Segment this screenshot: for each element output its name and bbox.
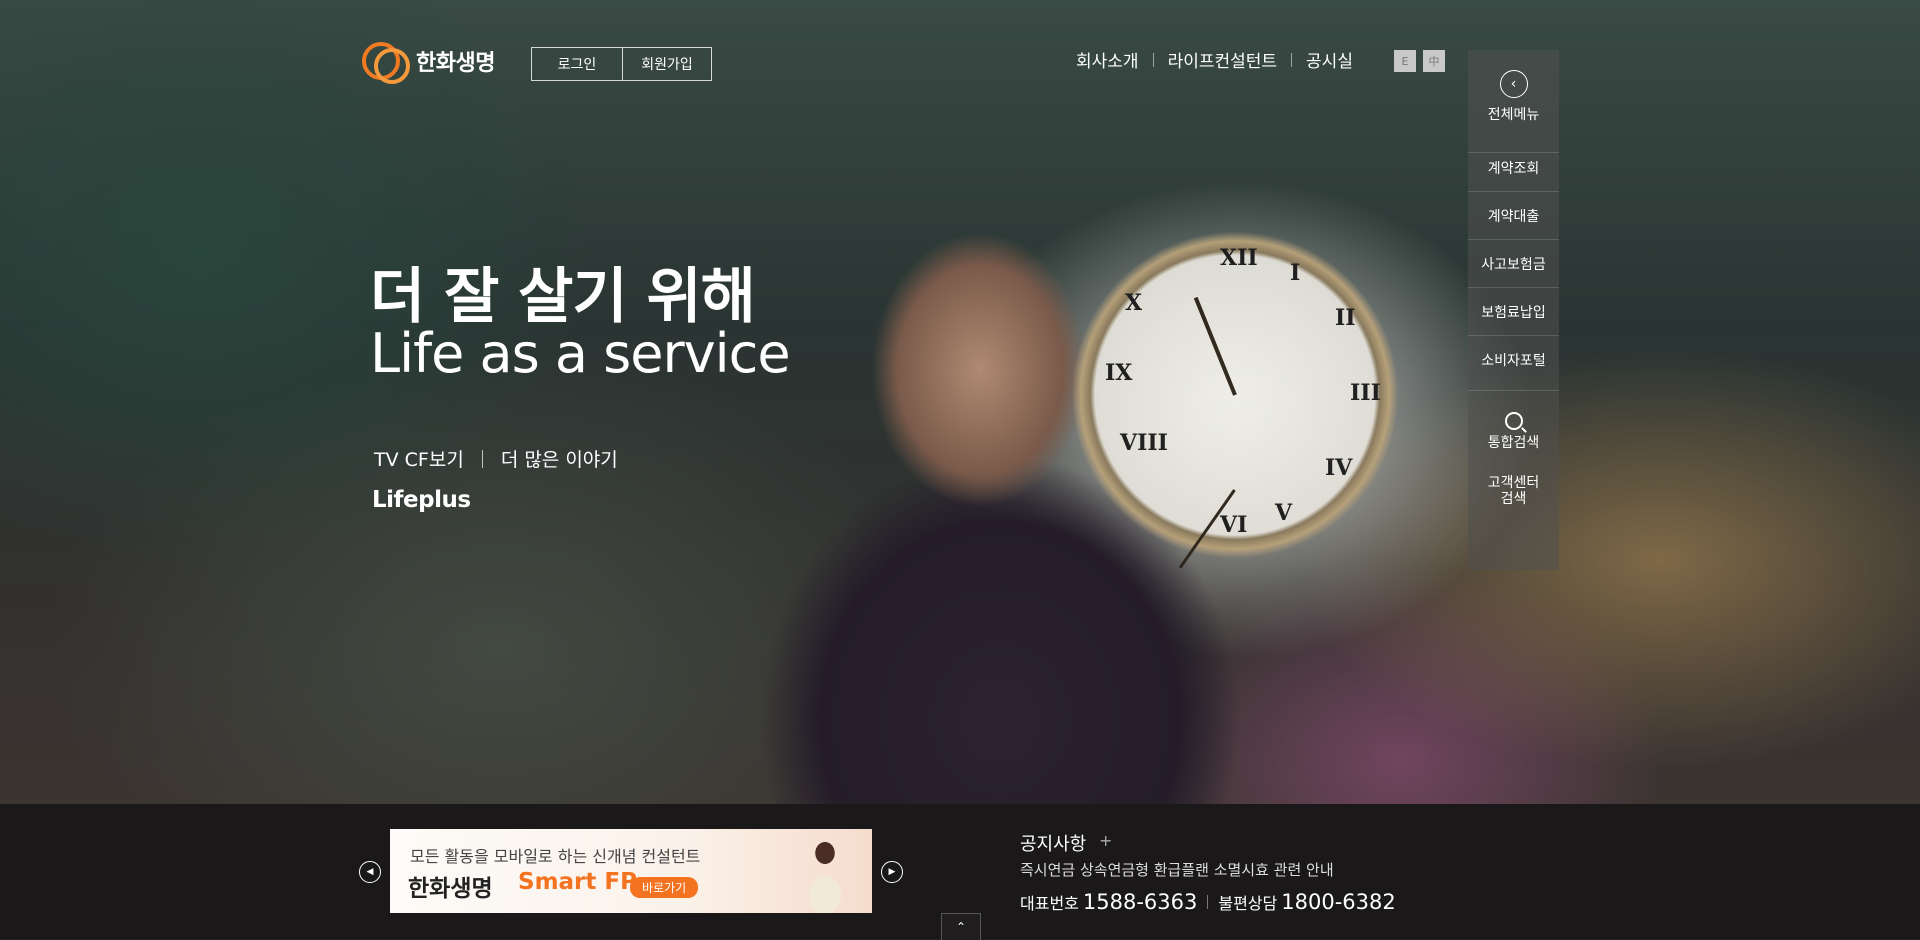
phone-complaint-label: 불편상담 — [1218, 894, 1278, 913]
phone-divider — [1207, 895, 1209, 909]
clock-numeral: X — [1125, 290, 1143, 316]
login-button[interactable]: 로그인 — [532, 48, 623, 80]
banner-product: Smart FP — [518, 869, 637, 895]
all-menu-label: 전체메뉴 — [1487, 107, 1540, 123]
integrated-search-label: 통합검색 — [1487, 435, 1540, 451]
hero-links: TV CF보기 더 많은 이야기 — [374, 445, 618, 472]
top-nav: 회사소개 라이프컨설턴트 공시실 — [1076, 47, 1353, 72]
quick-claim[interactable]: 사고보험금 — [1468, 254, 1559, 274]
notice-title: 공지사항 — [1020, 834, 1087, 855]
smart-fp-banner[interactable]: 모든 활동을 모바일로 하는 신개념 컨설턴트 한화생명 Smart FP 바로… — [390, 829, 872, 913]
quick-divider — [1468, 335, 1559, 336]
quick-divider — [1468, 287, 1559, 288]
chevron-left-icon: ◀ — [366, 867, 374, 877]
nav-disclosure[interactable]: 공시실 — [1306, 47, 1353, 72]
pocket-watch-image: I II III IV V VI VIII IX X XII — [1070, 230, 1400, 569]
clock-numeral: VI — [1220, 512, 1248, 538]
nav-life-consultant[interactable]: 라이프컨설턴트 — [1168, 47, 1277, 72]
chevron-up-icon: ⌃ — [955, 920, 967, 934]
hero-link-divider — [481, 449, 483, 468]
integrated-search-button[interactable]: 통합검색 — [1468, 412, 1559, 452]
lang-chinese-button[interactable]: 中 — [1423, 50, 1445, 72]
nav-company[interactable]: 회사소개 — [1076, 47, 1139, 72]
notice-more-button[interactable]: + — [1099, 831, 1112, 850]
phone-complaint-number: 1800-6382 — [1281, 890, 1396, 914]
logo-text: 한화생명 — [416, 51, 495, 76]
quick-premium-payment[interactable]: 보험료납입 — [1468, 302, 1559, 322]
banner-prev-button[interactable]: ◀ — [359, 861, 381, 883]
scroll-up-button[interactable]: ⌃ — [941, 913, 981, 940]
clock-numeral: II — [1335, 305, 1356, 331]
search-icon — [1504, 412, 1523, 430]
customer-center-search-button[interactable]: 고객센터 검색 — [1468, 475, 1559, 507]
banner-next-button[interactable]: ▶ — [881, 861, 903, 883]
tv-cf-link[interactable]: TV CF보기 — [374, 445, 464, 472]
more-story-link[interactable]: 더 많은 이야기 — [501, 445, 618, 472]
clock-numeral: III — [1350, 380, 1381, 406]
clock-hour-hand — [1193, 296, 1237, 396]
all-menu-button[interactable]: ‹ 전체메뉴 — [1468, 70, 1559, 124]
site-logo[interactable]: 한화생명 — [360, 38, 495, 84]
notice-item[interactable]: 즉시연금 상속연금형 환급플랜 소멸시효 관련 안내 — [1020, 859, 1334, 880]
clock-numeral: VIII — [1120, 430, 1168, 456]
clock-numeral: V — [1275, 500, 1293, 526]
circle-arrow-left-icon: ‹ — [1499, 70, 1528, 98]
banner-person-image — [795, 835, 855, 913]
lifeplus-logo[interactable]: Lifeplus — [372, 487, 471, 513]
quick-contract-inquiry[interactable]: 계약조회 — [1468, 158, 1559, 178]
join-button[interactable]: 회원가입 — [623, 48, 711, 80]
phone-main-label: 대표번호 — [1020, 894, 1079, 913]
phone-main-number: 1588-6363 — [1082, 890, 1198, 914]
lang-english-button[interactable]: E — [1394, 50, 1416, 72]
quick-divider — [1468, 191, 1559, 192]
quick-divider — [1468, 239, 1559, 240]
chevron-right-icon: ▶ — [888, 867, 896, 877]
banner-tagline: 모든 활동을 모바일로 하는 신개념 컨설턴트 — [410, 847, 701, 866]
clock-numeral: IV — [1325, 455, 1353, 481]
quick-contract-loan[interactable]: 계약대출 — [1468, 206, 1559, 226]
clock-numeral: I — [1290, 260, 1301, 286]
hero-headline-en: Life as a service — [370, 322, 791, 385]
quick-consumer-portal[interactable]: 소비자포털 — [1468, 350, 1559, 370]
clock-numeral: XII — [1220, 245, 1258, 271]
nav-divider — [1291, 52, 1293, 67]
clock-numeral: IX — [1105, 360, 1133, 386]
banner-brand: 한화생명 — [408, 876, 493, 902]
auth-buttons: 로그인 회원가입 — [531, 47, 712, 81]
quick-divider — [1468, 390, 1559, 391]
banner-go-button[interactable]: 바로가기 — [630, 877, 699, 898]
quick-menu: ‹ 전체메뉴 계약조회 계약대출 사고보험금 보험료납입 소비자포털 통합검색 … — [1468, 50, 1559, 570]
quick-divider — [1468, 152, 1559, 153]
contact-numbers: 대표번호 1588-6363 불편상담 1800-6382 — [1020, 890, 1396, 914]
nav-divider — [1152, 52, 1154, 67]
hanwha-logo-icon — [360, 38, 410, 84]
